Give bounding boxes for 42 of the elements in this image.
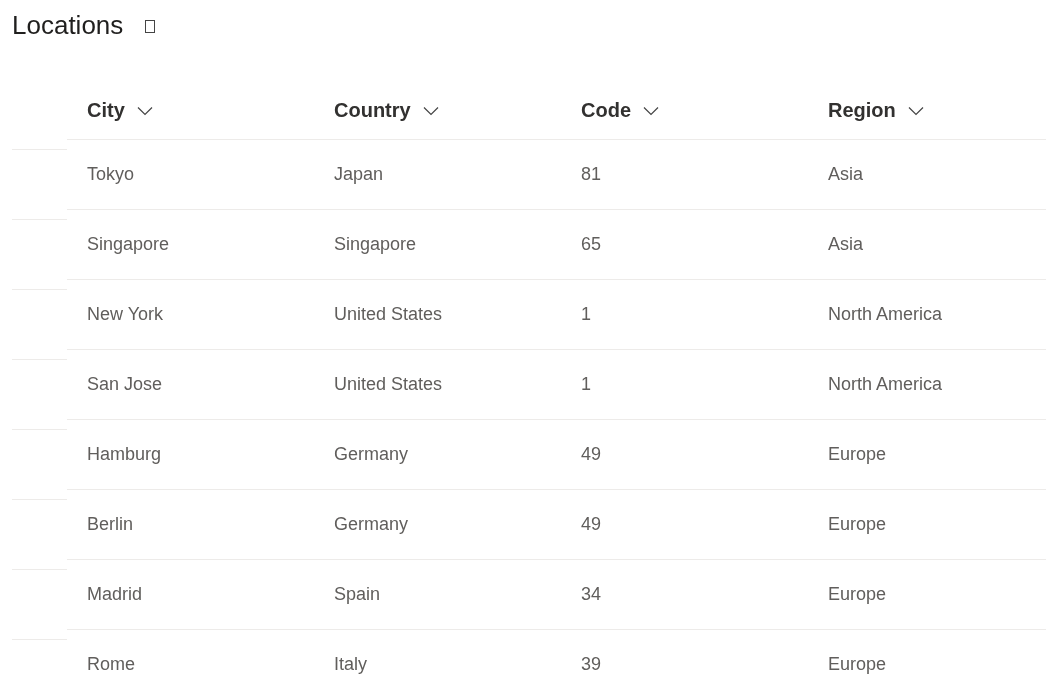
table-cell-text: Italy (333, 654, 368, 675)
chevron-down-icon (643, 105, 659, 116)
table-cell-text: Japan (333, 164, 385, 185)
table-cell-text: San Jose (86, 374, 164, 395)
table-cell-text: 1 (580, 374, 592, 395)
table-cell-text: Spain (333, 584, 382, 605)
table-cell-text: Singapore (86, 234, 171, 255)
table-cell-text: 34 (580, 584, 603, 605)
square-icon (145, 19, 156, 33)
table-cell-text: 65 (580, 234, 603, 255)
column-header[interactable]: City (67, 82, 314, 139)
table-cell-text: Asia (827, 164, 864, 185)
column-header[interactable]: Region (808, 82, 1046, 139)
table-cell-text: Berlin (86, 514, 135, 535)
table-cell-text: Asia (827, 234, 864, 255)
chevron-down-icon (422, 105, 439, 116)
table-cell-text: United States (333, 374, 444, 395)
table-cell-text: Germany (333, 444, 410, 465)
table-cell-text: Europe (827, 584, 888, 605)
table-cell-text: Europe (827, 514, 888, 535)
table-cell-text: Tokyo (86, 164, 136, 185)
table-cell-text: North America (827, 374, 944, 395)
table-cell-text: 81 (580, 164, 603, 185)
chevron-down-icon (907, 105, 924, 116)
table-cell-text: New York (86, 304, 165, 325)
column-header[interactable]: Code (561, 82, 808, 139)
table-cell-text: Rome (86, 654, 136, 675)
table-cell-text: Hamburg (86, 444, 163, 465)
table-cell-text: 49 (580, 444, 603, 465)
table-cell-text: Europe (827, 654, 888, 675)
page-title: Locations (12, 9, 124, 41)
table-cell-text: 1 (580, 304, 592, 325)
table-cell-text: 39 (580, 654, 603, 675)
table-cell-text: Germany (333, 514, 410, 535)
table-cell-text: Europe (827, 444, 888, 465)
table-cell-text: 49 (580, 514, 603, 535)
table-cell-text: United States (333, 304, 444, 325)
table-cell-text: North America (827, 304, 944, 325)
table-cell-text: Singapore (333, 234, 418, 255)
table-cell-text: Madrid (86, 584, 144, 605)
chevron-down-icon (136, 105, 153, 116)
column-header[interactable]: Country (314, 82, 561, 139)
